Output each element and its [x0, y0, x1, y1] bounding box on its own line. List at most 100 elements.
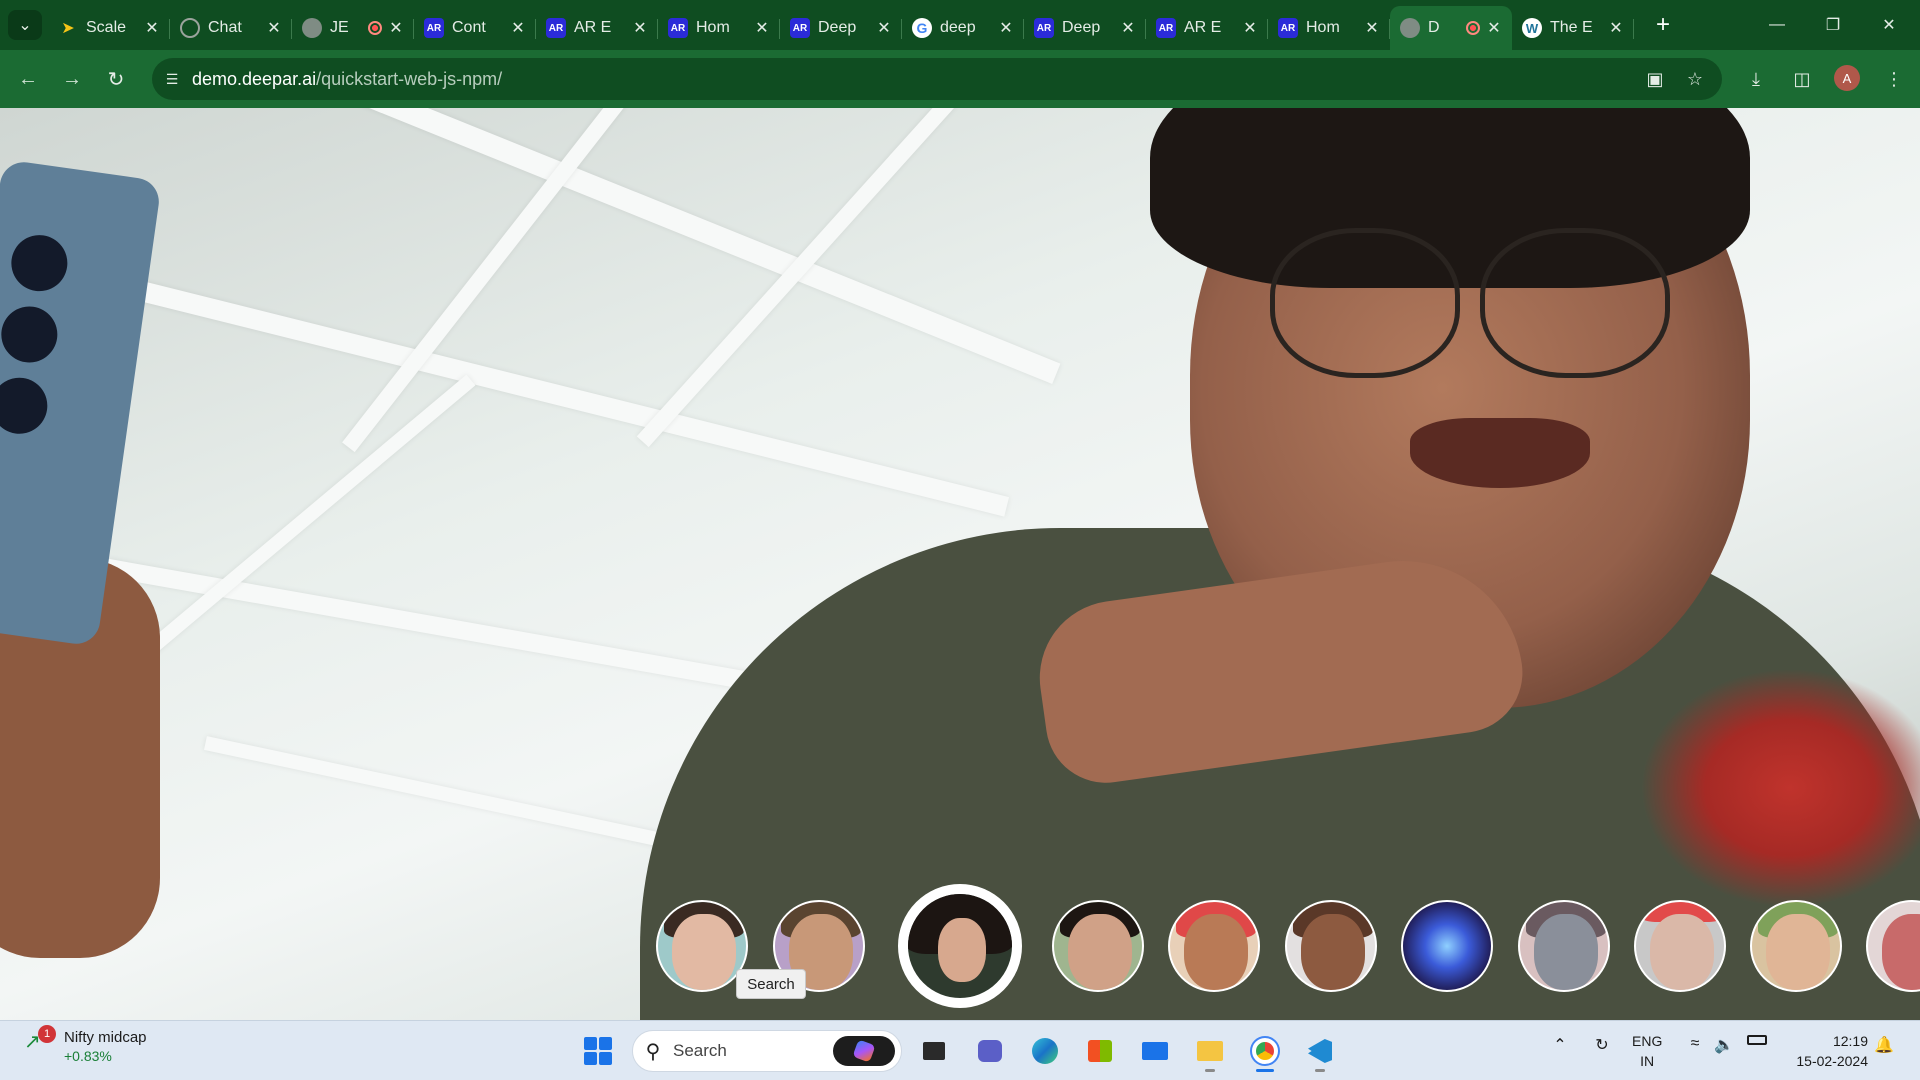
- filter-face-paint-man[interactable]: [1168, 900, 1260, 992]
- plus-icon: +: [1655, 11, 1670, 38]
- url-path: /quickstart-web-js-npm/: [316, 68, 503, 89]
- downloads-button[interactable]: ⤓: [1740, 63, 1772, 95]
- filter-big-smile-man[interactable]: [1285, 900, 1377, 992]
- glasses-right-lens: [1480, 228, 1670, 378]
- task-view-icon: [923, 1042, 945, 1060]
- tab-scale[interactable]: ➤ Scale ✕: [48, 9, 170, 47]
- region-code: IN: [1640, 1053, 1655, 1069]
- tab-deep-2[interactable]: AR Deep ✕: [1024, 9, 1146, 47]
- teams-icon: [978, 1040, 1002, 1062]
- stock-widget[interactable]: ↗ 1 Nifty midcap +0.83%: [24, 1025, 147, 1065]
- browser-toolbar: ← → ↻ ☰ demo.deepar.ai/quickstart-web-js…: [0, 50, 1920, 108]
- minimize-button[interactable]: —: [1754, 8, 1800, 42]
- filter-thumb-face: [1650, 914, 1714, 990]
- tab-title: Cont: [452, 19, 486, 36]
- vscode-button[interactable]: [1302, 1033, 1338, 1072]
- tab-deep[interactable]: AR Deep ✕: [780, 9, 902, 47]
- running-indicator: [1315, 1069, 1325, 1072]
- tab-hom-2[interactable]: AR Hom ✕: [1268, 9, 1390, 47]
- tab-hom[interactable]: AR Hom ✕: [658, 9, 780, 47]
- vscode-icon: [1308, 1039, 1332, 1063]
- store-button[interactable]: [1082, 1033, 1118, 1069]
- close-icon[interactable]: ✕: [1364, 18, 1380, 38]
- url-host: demo.deepar.ai: [192, 68, 317, 89]
- url-text[interactable]: demo.deepar.ai/quickstart-web-js-npm/: [192, 69, 502, 90]
- mail-button[interactable]: [1137, 1033, 1173, 1069]
- filter-makeup-woman[interactable]: [1052, 900, 1144, 992]
- start-button[interactable]: [580, 1033, 616, 1069]
- tab-search-button[interactable]: ⌄: [8, 10, 42, 40]
- close-icon[interactable]: ✕: [388, 18, 404, 38]
- chrome-button[interactable]: [1247, 1033, 1283, 1072]
- close-icon[interactable]: ✕: [1120, 18, 1136, 38]
- copilot-button[interactable]: [833, 1036, 895, 1066]
- forward-button[interactable]: →: [56, 63, 88, 95]
- sync-tray-button[interactable]: ↻: [1590, 1035, 1614, 1055]
- edge-button[interactable]: [1027, 1033, 1063, 1069]
- wifi-button[interactable]: ≈: [1682, 1035, 1708, 1053]
- bookmark-button[interactable]: ☆: [1680, 64, 1710, 94]
- filter-thumb-face: [938, 918, 986, 982]
- ar-icon: AR: [1278, 18, 1298, 38]
- tab-ar-e-2[interactable]: AR AR E ✕: [1146, 9, 1268, 47]
- filter-pizza-hat[interactable]: [1750, 900, 1842, 992]
- new-tab-button[interactable]: +: [1648, 10, 1678, 40]
- tab-cont[interactable]: AR Cont ✕: [414, 9, 536, 47]
- close-icon[interactable]: ✕: [510, 18, 526, 38]
- language-indicator[interactable]: ENG IN: [1632, 1031, 1662, 1071]
- speaker-icon: 🔈: [1714, 1037, 1734, 1054]
- filter-devil-horns[interactable]: [1634, 900, 1726, 992]
- teams-button[interactable]: [972, 1033, 1008, 1069]
- close-icon: ✕: [1882, 17, 1896, 34]
- notifications-button[interactable]: 🔔: [1872, 1035, 1896, 1055]
- tab-je[interactable]: JE ✕: [292, 9, 414, 47]
- restore-button[interactable]: ❐: [1810, 8, 1856, 42]
- ceiling-beam: [144, 374, 476, 656]
- back-button[interactable]: ←: [12, 63, 44, 95]
- close-icon[interactable]: ✕: [1486, 18, 1502, 38]
- task-view-button[interactable]: [916, 1033, 952, 1069]
- filter-thumb-face: [1766, 914, 1830, 990]
- close-icon[interactable]: ✕: [266, 18, 282, 38]
- clock[interactable]: 12:19 15-02-2024: [1784, 1031, 1868, 1071]
- volume-button[interactable]: 🔈: [1712, 1035, 1736, 1055]
- tab-the-e[interactable]: W The E ✕: [1512, 9, 1634, 47]
- filter-thumb-face: [1184, 914, 1248, 990]
- close-window-button[interactable]: ✕: [1866, 8, 1912, 42]
- file-explorer-button[interactable]: [1192, 1033, 1228, 1072]
- filter-flower-woman[interactable]: [898, 884, 1022, 1008]
- ceiling-beam: [204, 736, 696, 854]
- clock-date: 15-02-2024: [1796, 1053, 1868, 1069]
- battery-button[interactable]: [1744, 1035, 1770, 1045]
- close-icon[interactable]: ✕: [144, 18, 160, 38]
- filter-galaxy[interactable]: [1401, 900, 1493, 992]
- taskbar-search[interactable]: ⚲ Search: [632, 1030, 902, 1072]
- filter-robot-mask[interactable]: [1518, 900, 1610, 992]
- address-bar[interactable]: ☰ demo.deepar.ai/quickstart-web-js-npm/ …: [152, 58, 1722, 100]
- tab-chat[interactable]: Chat ✕: [170, 9, 292, 47]
- tab-deepar-demo[interactable]: D ✕: [1390, 6, 1512, 50]
- menu-button[interactable]: ⋮: [1878, 63, 1910, 95]
- site-info-button[interactable]: ☰: [152, 59, 192, 99]
- camera-in-use-button[interactable]: ▣: [1640, 64, 1670, 94]
- close-icon[interactable]: ✕: [632, 18, 648, 38]
- minimize-icon: —: [1769, 16, 1785, 33]
- close-icon[interactable]: ✕: [754, 18, 770, 38]
- language-code: ENG: [1632, 1033, 1663, 1049]
- more-vertical-icon: ⋮: [1885, 68, 1903, 89]
- close-icon[interactable]: ✕: [1242, 18, 1258, 38]
- tab-ar-e[interactable]: AR AR E ✕: [536, 9, 658, 47]
- red-thread: [1640, 668, 1920, 908]
- filter-glasses-woman[interactable]: [656, 900, 748, 992]
- close-icon[interactable]: ✕: [876, 18, 892, 38]
- close-icon[interactable]: ✕: [1608, 18, 1624, 38]
- profile-avatar[interactable]: A: [1834, 65, 1860, 91]
- close-icon[interactable]: ✕: [998, 18, 1014, 38]
- tab-google-deep[interactable]: G deep ✕: [902, 9, 1024, 47]
- side-panel-button[interactable]: ◫: [1786, 63, 1818, 95]
- reload-button[interactable]: ↻: [100, 63, 132, 95]
- show-hidden-icons-button[interactable]: ⌃: [1548, 1035, 1572, 1055]
- arrow-right-icon: →: [62, 67, 82, 90]
- running-indicator: [1256, 1069, 1274, 1072]
- battery-icon: [1747, 1035, 1767, 1045]
